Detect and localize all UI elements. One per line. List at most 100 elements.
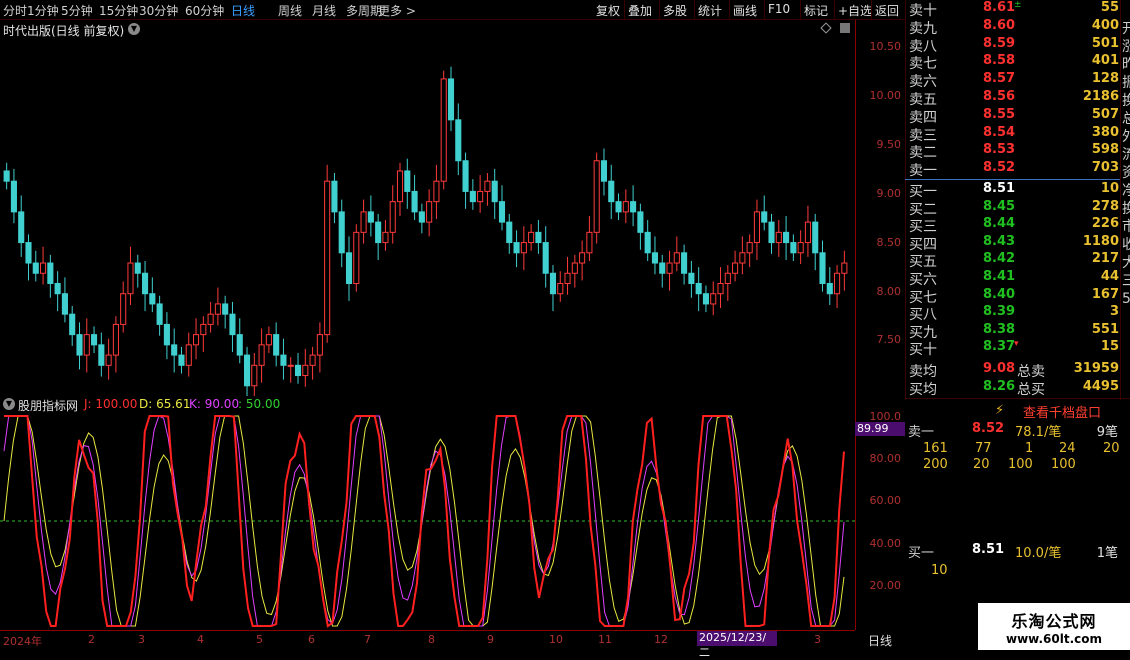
ask-order: 100 xyxy=(1051,457,1076,472)
tab-10[interactable]: 更多 > xyxy=(378,2,416,19)
toolbar-button-5[interactable]: F10 xyxy=(768,2,790,16)
indicator-tick-3: 40.00 xyxy=(869,537,902,550)
period-label[interactable]: 日线 xyxy=(855,631,905,649)
toolbar-button-6[interactable]: 标记 xyxy=(804,2,828,19)
chevron-down-icon[interactable]: ▼ xyxy=(128,23,140,35)
ask-row[interactable]: 卖三 8.54 380 xyxy=(906,125,1121,144)
tab-2[interactable]: 5分钟 xyxy=(61,2,93,19)
candle-body xyxy=(564,272,571,284)
tab-3[interactable]: 15分钟 xyxy=(99,2,138,19)
bid-row[interactable]: 买六 8.41 44 xyxy=(906,269,1121,288)
candle-body xyxy=(105,354,112,366)
candle-body xyxy=(659,262,666,274)
candle-body xyxy=(353,231,360,284)
square-icon[interactable] xyxy=(840,23,850,33)
edge-char: 三 xyxy=(1122,272,1130,290)
candle-body xyxy=(520,242,527,254)
level-volume: 15 xyxy=(1100,339,1119,355)
edge-char: 净 xyxy=(1122,182,1130,200)
tab-5[interactable]: 60分钟 xyxy=(185,2,224,19)
toolbar-button-0[interactable]: 复权 xyxy=(596,2,620,19)
edge-char: 开 xyxy=(1122,20,1130,38)
bid-row[interactable]: 买八 8.39 3 xyxy=(906,304,1121,323)
candle-body xyxy=(797,242,804,254)
tab-7[interactable]: 周线 xyxy=(278,2,302,19)
chart-title-row: 时代出版(日线 前复权) ▼ xyxy=(0,20,855,38)
level-price: 8.38 xyxy=(983,321,1016,337)
candle-body xyxy=(54,282,61,295)
bid-row[interactable]: 买一 8.51 10 xyxy=(906,181,1121,200)
indicator-tick-4: 20.00 xyxy=(869,579,902,592)
candle-body xyxy=(717,282,724,295)
tab-8[interactable]: 月线 xyxy=(312,2,336,19)
bid-row[interactable]: 买十 8.37 ▾ 15 xyxy=(906,339,1121,358)
level-volume: 551 xyxy=(1091,321,1119,337)
candle-body xyxy=(804,221,811,244)
average-row: 买均 8.26 总买 4495 xyxy=(906,379,1121,398)
candle-body xyxy=(98,344,105,366)
tab-9[interactable]: 多周期 xyxy=(346,2,382,19)
candle-body xyxy=(3,170,10,182)
candle-body xyxy=(200,323,207,336)
toolbar-separator xyxy=(624,0,625,20)
date-tick-13: 3 xyxy=(814,633,821,646)
candle-body xyxy=(477,190,484,203)
view-1000-level-button[interactable]: 查看千档盘口 xyxy=(1023,402,1101,421)
level-price: 8.56 xyxy=(983,89,1016,104)
candle-body xyxy=(91,334,98,346)
total-volume: 31959 xyxy=(1073,361,1119,376)
candle-body xyxy=(222,303,229,315)
tab-0[interactable]: 分时 xyxy=(3,2,27,19)
candle-body xyxy=(251,364,258,387)
watermark-line1: 乐淘公式网 xyxy=(1011,612,1097,631)
tab-6[interactable]: 日线 xyxy=(231,2,255,19)
candle-body xyxy=(345,252,353,284)
toolbar-button-7[interactable]: +自选 xyxy=(838,2,872,19)
toolbar-button-8[interactable]: 返回 xyxy=(875,2,899,19)
ask-row[interactable]: 卖四 8.55 507 xyxy=(906,107,1121,126)
bid-row[interactable]: 买九 8.38 551 xyxy=(906,321,1121,341)
down-mark-icon: ▾ xyxy=(1014,339,1019,350)
bid-row[interactable]: 买四 8.43 1180 xyxy=(906,234,1121,253)
toolbar-button-4[interactable]: 画线 xyxy=(733,2,757,19)
date-tick-9: 10 xyxy=(549,633,563,646)
chart-title: 时代出版(日线 前复权) xyxy=(3,24,125,38)
level-price: 8.40 xyxy=(983,286,1016,302)
level-price: 8.42 xyxy=(983,251,1016,267)
bid-row[interactable]: 买七 8.40 167 xyxy=(906,286,1121,306)
depth-bid1-count: 1笔 xyxy=(1096,546,1118,561)
level-volume: 400 xyxy=(1091,17,1119,33)
candle-body xyxy=(498,201,506,223)
candle-body xyxy=(549,272,557,295)
tab-4[interactable]: 30分钟 xyxy=(139,2,178,19)
ask-row[interactable]: 卖一 8.52 703 xyxy=(906,160,1121,179)
toolbar-button-2[interactable]: 多股 xyxy=(663,2,687,19)
ask-row[interactable]: 卖六 8.57 128 xyxy=(906,71,1121,90)
candle-body xyxy=(382,231,389,244)
ask-row[interactable]: 卖九 8.60 400 xyxy=(906,17,1121,37)
candle-body xyxy=(673,252,680,264)
date-tick-0: 2024年 xyxy=(3,635,42,648)
kdj-indicator-chart[interactable] xyxy=(0,412,855,630)
tab-1[interactable]: 1分钟 xyxy=(27,2,59,19)
chevron-down-icon[interactable]: ▼ xyxy=(3,398,15,410)
ask-row[interactable]: 卖十 8.61 ±55 xyxy=(906,0,1121,19)
ask-row[interactable]: 卖八 8.59 501 xyxy=(906,36,1121,55)
candle-body xyxy=(32,262,39,274)
bid-row[interactable]: 买二 8.45 278 xyxy=(906,199,1121,218)
ask-order: 20 xyxy=(1103,441,1120,456)
ask-order: 161 xyxy=(923,441,948,456)
edge-char: 大 xyxy=(1122,254,1130,272)
price-chart[interactable] xyxy=(0,38,855,396)
level-volume: 401 xyxy=(1091,53,1119,69)
ask-row[interactable]: 卖五 8.56 2186 xyxy=(906,89,1121,108)
ask-row[interactable]: 卖七 8.58 401 xyxy=(906,53,1121,72)
bid-row[interactable]: 买三 8.44 226 xyxy=(906,216,1121,235)
ask-row[interactable]: 卖二 8.53 598 xyxy=(906,142,1121,161)
toolbar-button-3[interactable]: 统计 xyxy=(698,2,722,19)
candle-body xyxy=(651,252,659,264)
candle-body xyxy=(513,242,520,254)
toolbar-button-1[interactable]: 叠加 xyxy=(628,2,652,19)
candle-body xyxy=(775,231,782,244)
bid-row[interactable]: 买五 8.42 217 xyxy=(906,251,1121,270)
